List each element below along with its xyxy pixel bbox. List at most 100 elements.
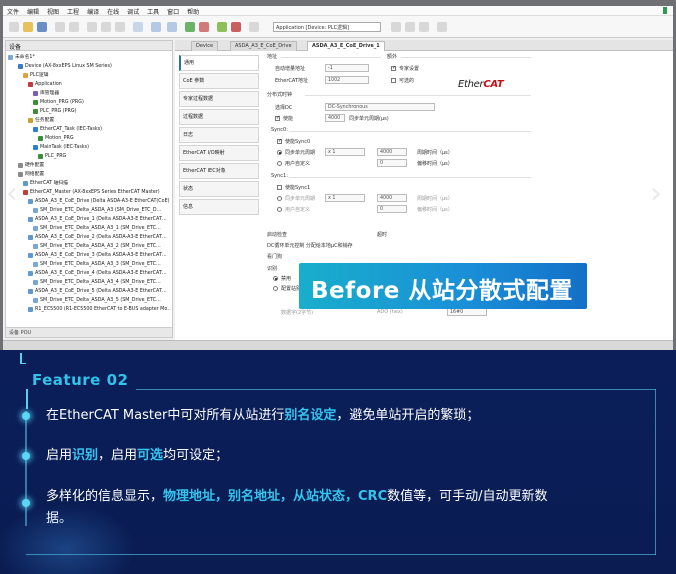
tree-item[interactable]: 未命名1*	[8, 53, 170, 62]
run-icon[interactable]	[217, 22, 227, 32]
sync0-period-field[interactable]: 4000	[377, 148, 407, 156]
active-application-combo[interactable]: Application [Device: PLC逻辑]	[273, 22, 381, 32]
redo-icon[interactable]	[69, 22, 79, 32]
dc-enable-checkbox[interactable]	[275, 115, 280, 121]
timeout-expander[interactable]: 超时	[377, 231, 387, 238]
tree-item[interactable]: SM_Drive_ETC_Delta_ASDA_A3_5 (SM_Drive_E…	[8, 296, 170, 305]
tree-item-label: MainTask (IEC-Tasks)	[40, 145, 90, 150]
new-file-icon[interactable]	[9, 22, 19, 32]
tab-asda-a3-drive-1[interactable]: ASDA_A3_E_CoE_Drive_1	[307, 41, 385, 51]
tree-item[interactable]: 硬件配置	[8, 161, 170, 170]
find-icon[interactable]	[133, 22, 143, 32]
login-icon[interactable]	[185, 22, 195, 32]
tree-item[interactable]: PLC_PRG	[8, 152, 170, 161]
tree-item[interactable]: 库管理器	[8, 89, 170, 98]
tree-item[interactable]: R1_EC5500 (R1-EC5500 EtherCAT to E-BUS a…	[8, 305, 170, 314]
tree-item[interactable]: SM_Drive_ETC_Delta_ASDA_A3_1 (SM_Drive_E…	[8, 224, 170, 233]
paste-icon[interactable]	[115, 22, 125, 32]
nav-general[interactable]: 通用	[179, 55, 259, 71]
tree-item[interactable]: Application	[8, 80, 170, 89]
tree-item[interactable]: EtherCAT_Task (IEC-Tasks)	[8, 125, 170, 134]
nav-process-data[interactable]: 过程数据	[179, 109, 259, 125]
nav-coe-params[interactable]: CoE 参数	[179, 73, 259, 89]
cycle-field[interactable]: 4000	[325, 114, 345, 122]
tree-item[interactable]: Motion_PRG (PRG)	[8, 98, 170, 107]
tree-item[interactable]: PLC逻辑	[8, 71, 170, 80]
watchdog-expander[interactable]: 看门狗	[267, 253, 282, 260]
config-alias-radio[interactable]	[273, 286, 278, 291]
chevron-left-icon[interactable]: ‹	[6, 176, 18, 211]
tree-item[interactable]: ASDA_A3_E_CoE_Drive_5 (Delta ASDA-A3-E E…	[8, 287, 170, 296]
tree-item[interactable]: SM_Drive_ETC_Delta_ASDA_A3_3 (SM_Drive_E…	[8, 260, 170, 269]
tab-asda-a3-drive[interactable]: ASDA_A3_E_CoE_Drive	[230, 41, 297, 51]
before-banner: Before 从站分散式配置	[299, 263, 587, 309]
sync0-header: Sync0:	[271, 127, 288, 133]
identify-header: 识别	[267, 266, 278, 272]
sync0-shift-field[interactable]: 0	[377, 159, 407, 167]
select-dc-dropdown[interactable]: DC-Synchronous	[325, 103, 435, 111]
nav-io-mapping[interactable]: EtherCAT I/O映射	[179, 145, 259, 161]
sync1-shift-field[interactable]: 0	[377, 205, 407, 213]
step-over-icon[interactable]	[391, 22, 401, 32]
auto-address-field[interactable]: -1	[325, 64, 369, 72]
tree-item[interactable]: EtherCAT 轴扫描	[8, 179, 170, 188]
feature-panel: Feature 02 在EtherCAT Master中可对所有从站进行别名设定…	[0, 353, 670, 574]
sync0-unit-cycle-radio[interactable]	[277, 150, 282, 155]
optional-checkbox[interactable]	[391, 78, 396, 83]
tree-item-label: 库管理器	[40, 91, 60, 96]
rebuild-icon[interactable]	[167, 22, 177, 32]
sync1-unit-cycle-radio[interactable]	[277, 196, 282, 201]
sync0-multiplier-dropdown[interactable]: x 1	[325, 148, 365, 156]
tree-item[interactable]: 网络配置	[8, 170, 170, 179]
nav-expert-process-data[interactable]: 专家过程数据	[179, 91, 259, 107]
tree-item[interactable]: Device (AX-8xxEPS Linux SM Series)	[8, 62, 170, 71]
build-icon[interactable]	[151, 22, 161, 32]
logout-icon[interactable]	[199, 22, 209, 32]
tree-item[interactable]: SM_Drive_ETC_Delta_ASDA_A3 (SM_Drive_ETC…	[8, 206, 170, 215]
devices-panel-footer[interactable]: 设备 POU	[6, 327, 172, 337]
expert-setting-checkbox[interactable]	[391, 65, 396, 71]
chevron-right-icon[interactable]: ›	[650, 176, 662, 211]
tree-item[interactable]: ASDA_A3_E_CoE_Drive_4 (Delta ASDA-A3-E E…	[8, 269, 170, 278]
sync1-user-defined-radio[interactable]	[277, 207, 282, 212]
ethercat-address-field[interactable]: 1002	[325, 76, 369, 84]
tree-item[interactable]: ASDA_A3_E_CoE_Drive_2 (Delta ASDA-A3-E E…	[8, 233, 170, 242]
copy-icon[interactable]	[101, 22, 111, 32]
tree-item[interactable]: PLC_PRG (PRG)	[8, 107, 170, 116]
sync1-multiplier-dropdown[interactable]: x 1	[325, 194, 365, 202]
tree-item-label: PLC逻辑	[30, 73, 49, 78]
sync1-period-field[interactable]: 4000	[377, 194, 407, 202]
nav-status[interactable]: 状态	[179, 181, 259, 197]
startup-check-expander[interactable]: 启动检查	[267, 231, 287, 238]
corner-glow	[0, 504, 136, 574]
nav-log[interactable]: 日志	[179, 127, 259, 143]
identify-disable-radio[interactable]	[273, 276, 278, 281]
tree-item[interactable]: EtherCAT_Master (AX-8xxEPS Series EtherC…	[8, 188, 170, 197]
enable-sync0-checkbox[interactable]	[277, 138, 282, 144]
tree-item[interactable]: 任务配置	[8, 116, 170, 125]
sync0-user-defined-radio[interactable]	[277, 161, 282, 166]
nav-iec-objects[interactable]: EtherCAT IEC对象	[179, 163, 259, 179]
cut-icon[interactable]	[87, 22, 97, 32]
bullet-dot	[22, 452, 30, 460]
tree-item[interactable]: ASDA_A3_E_CoE_Drive_3 (Delta ASDA-A3-E E…	[8, 251, 170, 260]
tree-item[interactable]: ASDA_A3_E_CoE_Drive_1 (Delta ASDA-A3-E E…	[8, 215, 170, 224]
breakpoint-icon[interactable]	[437, 22, 447, 32]
tree-item[interactable]: MainTask (IEC-Tasks)	[8, 143, 170, 152]
undo-icon[interactable]	[55, 22, 65, 32]
step-out-icon[interactable]	[419, 22, 429, 32]
tree-item[interactable]: Motion_PRG	[8, 134, 170, 143]
nav-info[interactable]: 信息	[179, 199, 259, 215]
reset-icon[interactable]	[249, 22, 259, 32]
tree-item[interactable]: SM_Drive_ETC_Delta_ASDA_A3_2 (SM_Drive_E…	[8, 242, 170, 251]
tree-item[interactable]: SM_Drive_ETC_Delta_ASDA_A3_4 (SM_Drive_E…	[8, 278, 170, 287]
ado-field[interactable]: 16#0	[447, 308, 487, 316]
step-into-icon[interactable]	[405, 22, 415, 32]
open-folder-icon[interactable]	[23, 22, 33, 32]
enable-sync0-label: 使能Sync0	[285, 139, 311, 145]
stop-icon[interactable]	[231, 22, 241, 32]
save-icon[interactable]	[37, 22, 47, 32]
tree-item[interactable]: ASDA_A3_E_CoE_Drive (Delta ASDA-A3-E Eth…	[8, 197, 170, 206]
tab-device[interactable]: Device	[191, 41, 219, 51]
enable-sync1-checkbox[interactable]	[277, 185, 282, 190]
